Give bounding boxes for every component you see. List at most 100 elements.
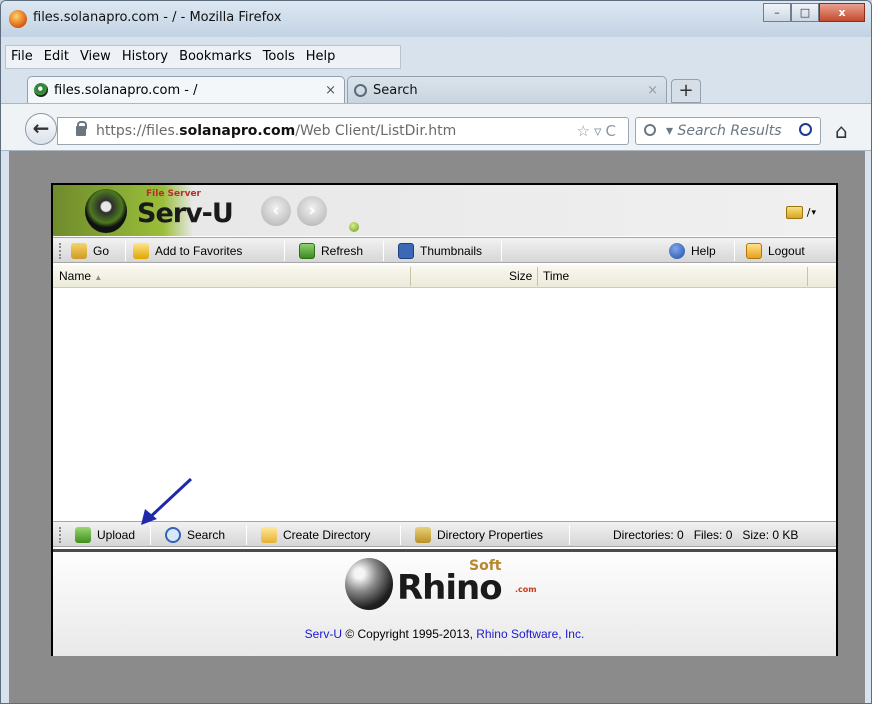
status-dot-icon [349,222,359,232]
upload-label: Upload [97,528,136,542]
thumbnails-button[interactable]: Thumbnails [398,241,482,261]
refresh-button[interactable]: Refresh [299,241,363,261]
logout-key-icon [746,243,762,259]
navigation-bar: ← https://files.solanapro.com/Web Client… [1,103,871,151]
favorites-icon [133,243,149,259]
servu-title: Serv-U [137,198,234,229]
column-name-header[interactable]: Name ▲ [59,269,102,283]
search-icon [354,83,367,97]
menu-view[interactable]: View [80,47,111,69]
window-controls: – □ x [763,3,865,22]
tab-files-solanapro[interactable]: files.solanapro.com - / × [27,76,345,103]
logout-button[interactable]: Logout [746,241,805,261]
toolbar-separator [150,525,151,545]
column-size-header[interactable]: Size [509,269,532,283]
upload-button[interactable]: Upload [75,525,135,545]
search-icon [165,527,181,543]
help-icon [669,243,685,259]
copyright-text: © Copyright 1995-2013, [342,627,477,641]
create-directory-label: Create Directory [283,528,371,542]
tab-close-icon[interactable]: × [325,83,336,98]
add-to-favorites-button[interactable]: Add to Favorites [133,241,242,261]
directory-properties-icon [415,527,431,543]
close-button[interactable]: x [819,3,865,22]
go-button[interactable]: Go [71,241,109,261]
tab-label: files.solanapro.com - / [54,82,198,98]
servu-logo-icon [85,189,127,233]
menu-file[interactable]: File [11,47,33,69]
help-label: Help [691,244,716,258]
new-tab-button[interactable]: + [671,79,701,103]
search-go-icon[interactable] [799,123,812,136]
back-button[interactable]: ← [25,113,57,145]
toolbar-separator [246,525,247,545]
toolbar-grip[interactable] [59,527,62,543]
search-engine-icon[interactable] [644,124,656,136]
sort-ascending-icon: ▲ [94,273,103,282]
copyright-notice: Serv-U © Copyright 1995-2013, Rhino Soft… [53,627,836,641]
menu-help[interactable]: Help [306,47,336,69]
minimize-button[interactable]: – [763,3,791,22]
toolbar-separator [400,525,401,545]
toolbar-separator [501,241,502,261]
url-prefix: https://files. [96,123,180,139]
search-bar[interactable]: ▾ Search Results [635,117,821,145]
help-button[interactable]: Help [669,241,716,261]
current-path-selector[interactable]: / ▾ [785,206,816,219]
menu-bar: File Edit View History Bookmarks Tools H… [1,47,346,69]
file-list-header: Name ▲ Size Time [53,265,836,288]
menu-tools[interactable]: Tools [263,47,295,69]
rhinosoft-logo-icon [345,558,393,610]
thumbnails-label: Thumbnails [420,244,483,258]
column-time-header[interactable]: Time [543,269,569,283]
thumbnails-icon [398,243,414,259]
servu-back-button[interactable]: ‹ [261,196,291,226]
column-divider[interactable] [410,267,411,286]
servu-bottom-toolbar: Upload Search Create Directory Directory… [53,521,836,547]
search-label: Search [187,528,226,542]
tab-close-icon[interactable]: × [647,83,658,98]
toolbar-grip[interactable] [59,243,62,259]
url-bar[interactable]: https://files.solanapro.com/Web Client/L… [57,117,629,145]
servu-header: File Server Serv-U ‹ › / ▾ [53,185,836,236]
servu-forward-button[interactable]: › [297,196,327,226]
logout-label: Logout [768,244,805,258]
column-divider[interactable] [807,267,808,286]
upload-icon [75,527,91,543]
toolbar-separator [569,525,570,545]
tab-search[interactable]: Search × [347,76,667,103]
servu-top-toolbar: Go Add to Favorites Refresh Thumbnails H… [53,237,836,263]
servu-footer: Rhino Soft .com Serv-U © Copyright 1995-… [53,549,836,656]
refresh-icon [299,243,315,259]
home-button[interactable]: ⌂ [835,119,848,143]
folder-icon [785,206,803,219]
menu-history[interactable]: History [122,47,168,69]
tab-bar: files.solanapro.com - / × Search × + [1,73,871,103]
menu-edit[interactable]: Edit [44,47,69,69]
servu-link[interactable]: Serv-U [305,627,342,641]
title-bar: files.solanapro.com - / - Mozilla Firefo… [1,1,871,37]
servu-favicon-icon [34,83,48,97]
lock-icon [76,121,87,136]
search-button[interactable]: Search [165,525,225,545]
create-directory-button[interactable]: Create Directory [261,525,370,545]
file-list[interactable] [53,289,836,520]
column-name-label: Name [59,269,92,283]
directory-properties-button[interactable]: Directory Properties [415,525,543,545]
window-title: files.solanapro.com - / - Mozilla Firefo… [33,10,282,25]
path-dropdown-icon[interactable]: ▾ [811,208,816,218]
current-path: / [806,206,811,219]
firefox-icon [9,10,27,28]
refresh-label: Refresh [321,244,364,258]
menu-bookmarks[interactable]: Bookmarks [179,47,252,69]
toolbar-separator [734,241,735,261]
column-divider[interactable] [537,267,538,286]
url-tools-icons[interactable]: ☆▿C [577,118,620,144]
rhino-software-link[interactable]: Rhino Software, Inc. [476,627,584,641]
rhinosoft-brand: Rhino [397,568,503,608]
search-placeholder: ▾ Search Results [666,123,782,139]
new-folder-icon [261,527,277,543]
toolbar-separator [383,241,384,261]
tab-label: Search [373,82,418,98]
maximize-button[interactable]: □ [791,3,819,22]
